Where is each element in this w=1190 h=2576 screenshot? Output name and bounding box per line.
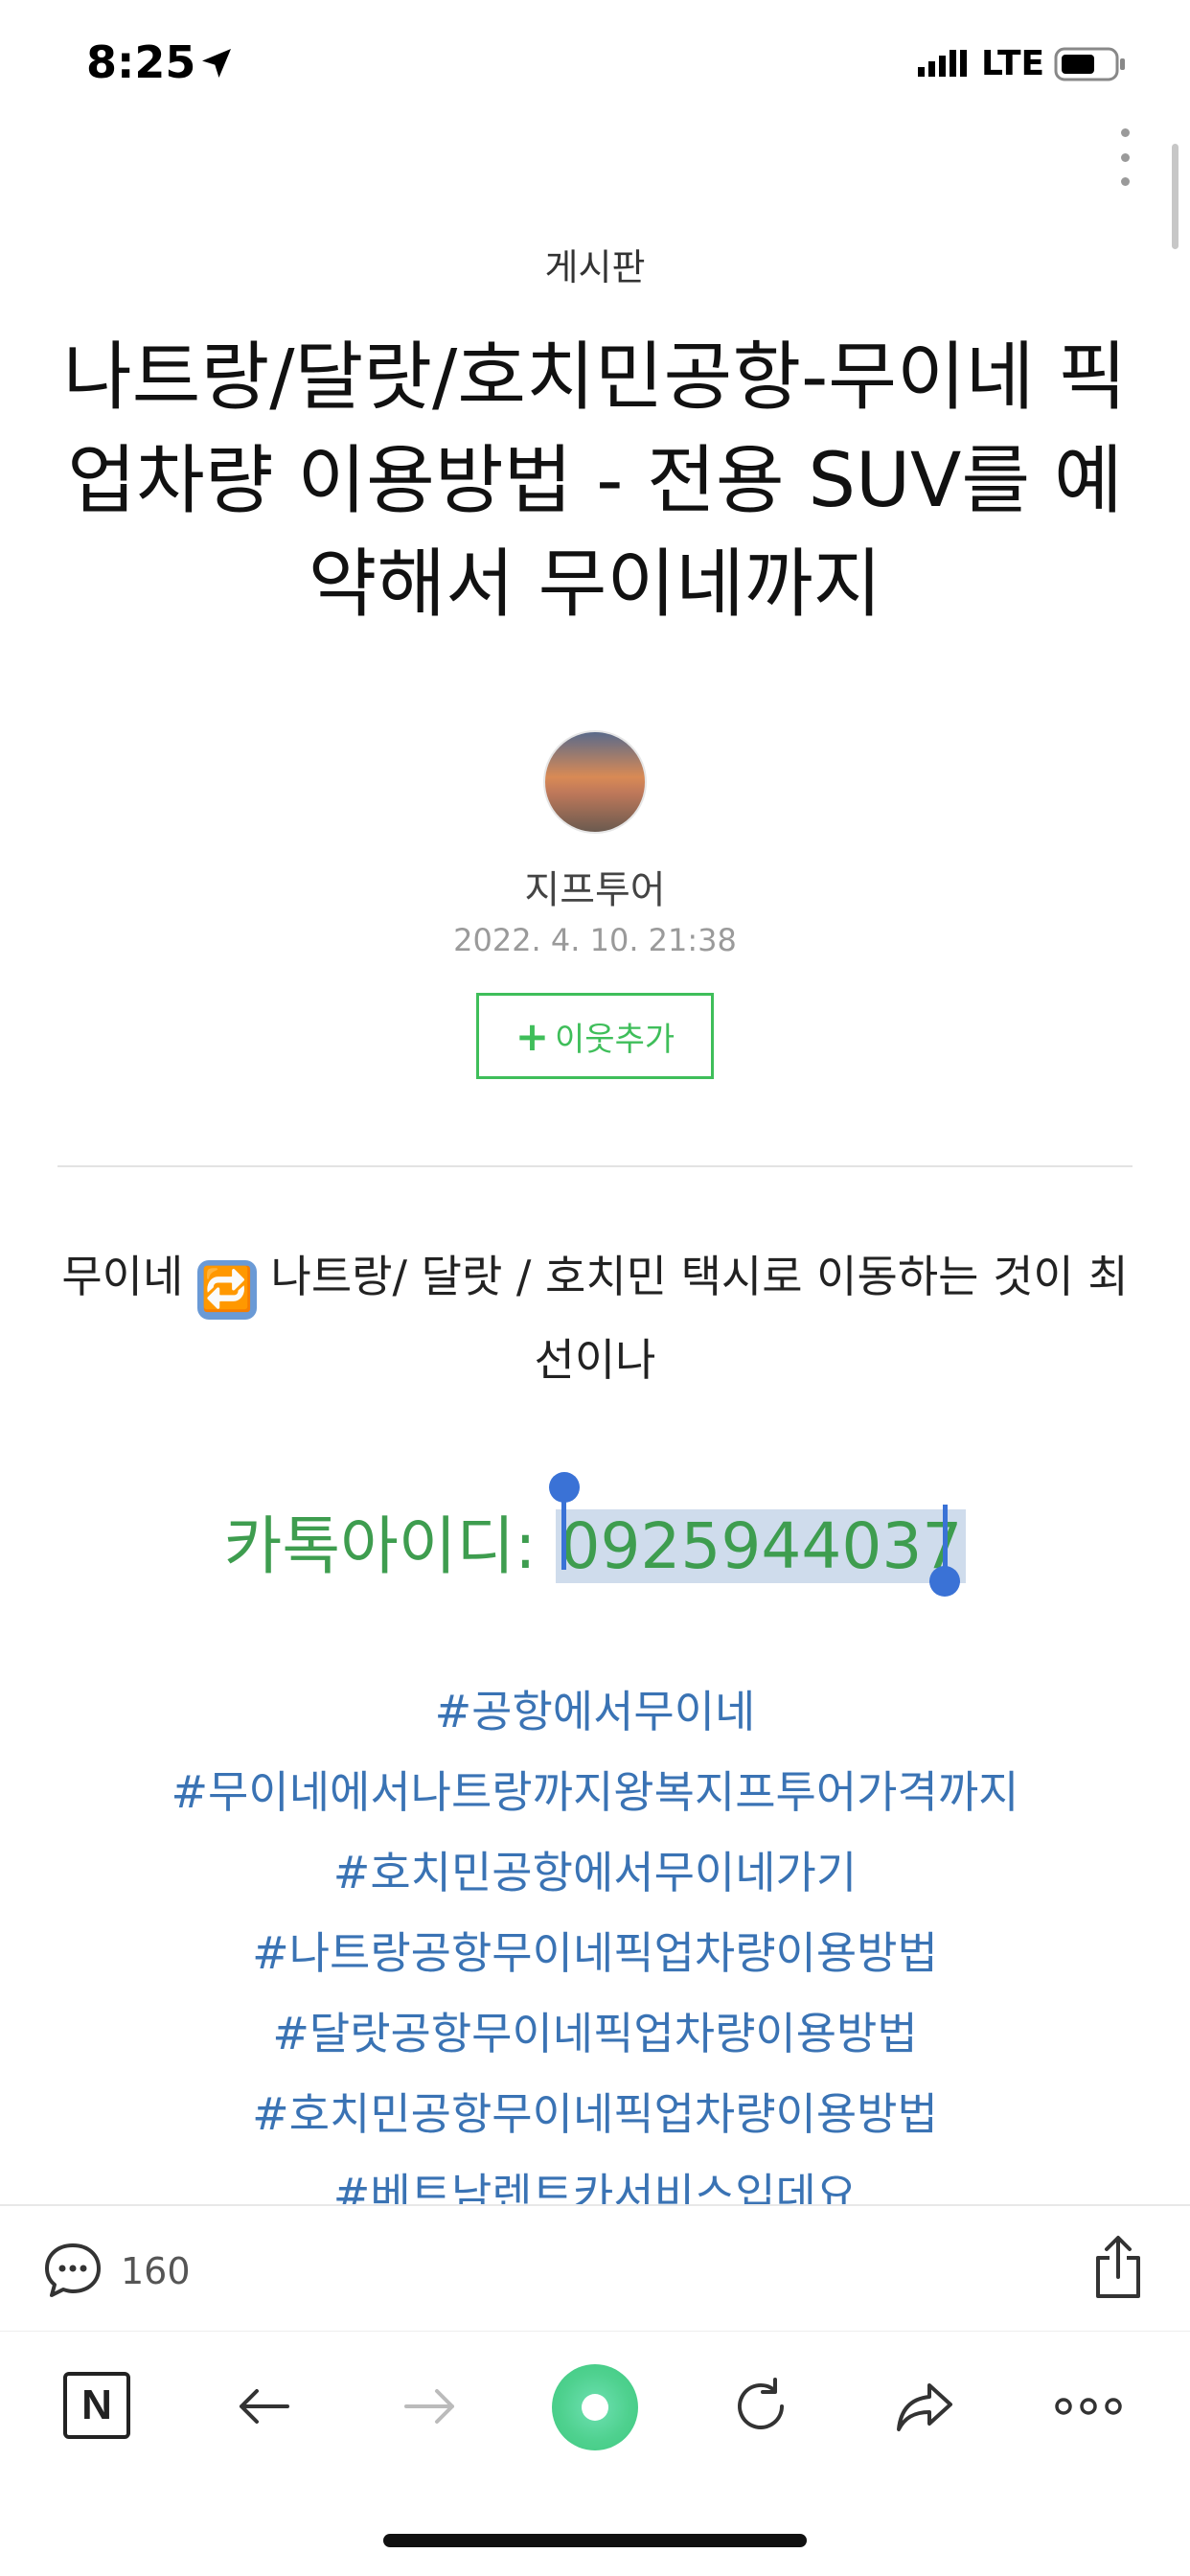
post-body-text: 무이네 🔁 나트랑/ 달랏 / 호치민 택시로 이동하는 것이 최선이나: [57, 1236, 1133, 1400]
post-category[interactable]: 게시판: [0, 238, 1190, 290]
hashtag-link[interactable]: #나트랑공항무이네픽업차량이용방법: [57, 1913, 1133, 1993]
selection-handle-start[interactable]: [549, 1472, 580, 1503]
hashtag-link[interactable]: #달랏공항무이네픽업차량이용방법: [57, 1993, 1133, 2074]
hashtag-link[interactable]: #베트남렌트카서비스입데요: [57, 2154, 1133, 2204]
share-forward-icon[interactable]: [889, 2370, 962, 2443]
author-name[interactable]: 지프투어: [0, 859, 1190, 914]
hashtag-link[interactable]: #무이네에서나트랑까지왕복지프투어가격까지: [57, 1752, 1133, 1832]
signal-icon: [918, 50, 967, 77]
green-dot-icon[interactable]: [552, 2364, 638, 2450]
selection-handle-end[interactable]: [929, 1566, 960, 1597]
network-type: LTE: [981, 44, 1045, 83]
location-arrow-icon: [202, 49, 231, 78]
selection-caret-start: [561, 1501, 566, 1570]
post-title: 나트랑/달랏/호치민공항-무이네 픽업차량 이용방법 - 전용 SUV를 예약해…: [62, 334, 1128, 628]
share-icon[interactable]: [1090, 2235, 1146, 2300]
home-indicator[interactable]: [383, 2534, 807, 2547]
kakao-id-line: 카톡아이디: 0925944037: [0, 1495, 1190, 1587]
reload-icon[interactable]: [724, 2370, 797, 2443]
follow-button[interactable]: + 이웃추가: [476, 993, 714, 1079]
comment-count[interactable]: 160: [121, 2250, 191, 2292]
body-text-rest: 나트랑/ 달랏 / 호치민 택시로 이동하는 것이 최선이나: [270, 1251, 1129, 1386]
hashtag-list: #공항에서무이네 #무이네에서나트랑까지왕복지프투어가격까지 #호치민공항에서무…: [57, 1671, 1133, 2204]
naver-n-icon[interactable]: N: [63, 2372, 130, 2439]
follow-label: 이웃추가: [555, 1020, 675, 1059]
scrollbar[interactable]: [1172, 144, 1179, 249]
status-bar: 8:25 LTE: [0, 0, 1190, 125]
comment-icon[interactable]: [42, 2241, 103, 2300]
body-text-start: 무이네: [61, 1251, 184, 1302]
comment-bar: 160: [0, 2204, 1190, 2329]
back-arrow-icon[interactable]: [228, 2370, 301, 2443]
plus-icon: +: [515, 1012, 550, 1060]
divider: [57, 1165, 1133, 1167]
kakao-id-selected-text[interactable]: 0925944037: [556, 1509, 967, 1583]
hashtag-link[interactable]: #공항에서무이네: [57, 1671, 1133, 1752]
selection-caret-end: [943, 1505, 948, 1574]
status-time: 8:25: [86, 36, 196, 88]
hashtag-link[interactable]: #호치민공항무이네픽업차량이용방법: [57, 2074, 1133, 2154]
repeat-emoji-icon: 🔁: [196, 1260, 257, 1320]
kakao-label: 카톡아이디:: [223, 1509, 557, 1583]
author-avatar[interactable]: [543, 730, 647, 834]
battery-icon: [1054, 47, 1125, 81]
hashtag-link[interactable]: #호치민공항에서무이네가기: [57, 1832, 1133, 1913]
more-horizontal-icon[interactable]: [1052, 2370, 1125, 2443]
post-date: 2022. 4. 10. 21:38: [453, 922, 737, 958]
more-vertical-icon[interactable]: [1113, 128, 1136, 186]
forward-arrow-icon[interactable]: [393, 2370, 466, 2443]
